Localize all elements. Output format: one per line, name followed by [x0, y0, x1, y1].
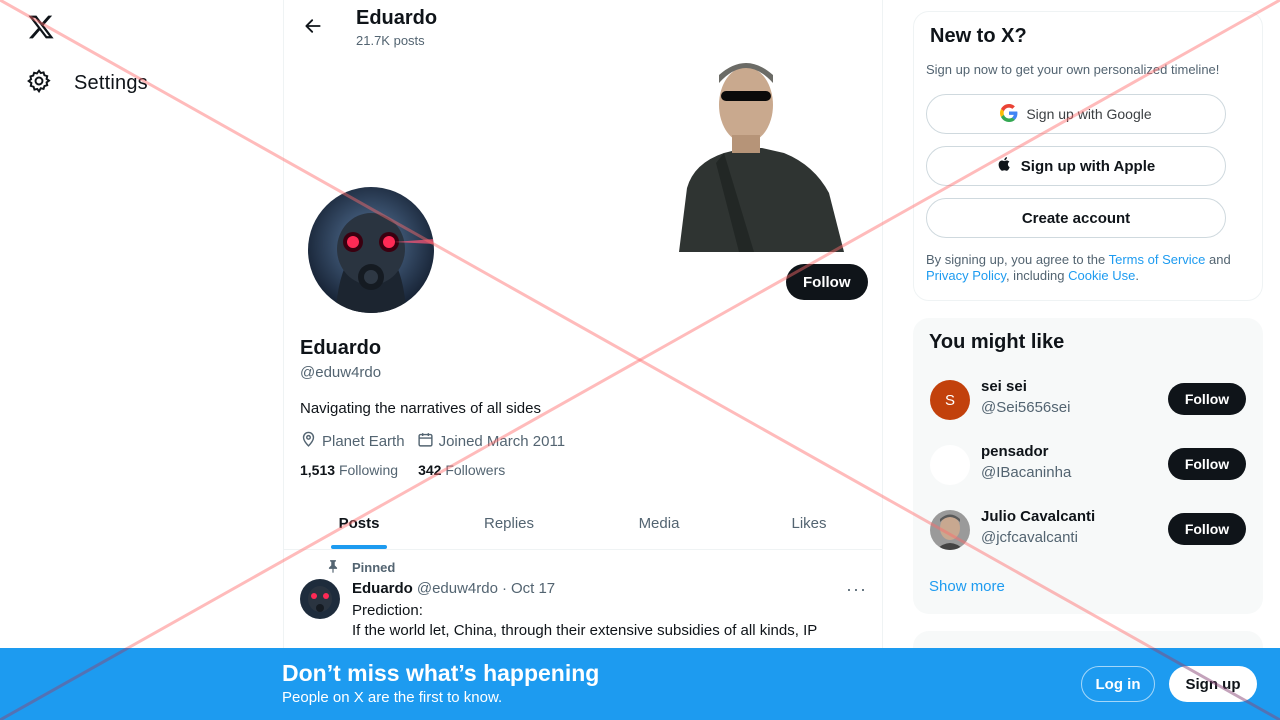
profile-stats: 1,513 Following 342 Followers [300, 462, 505, 478]
back-button[interactable] [296, 11, 330, 45]
profile-handle: @eduw4rdo [300, 364, 382, 381]
followers-count: 342 [418, 462, 442, 478]
nav-item-label: Settings [74, 72, 148, 94]
post-avatar[interactable] [300, 579, 340, 619]
following-label: Following [338, 462, 399, 478]
tab-label: Likes [791, 514, 827, 532]
create-account-button[interactable]: Create account [926, 198, 1226, 238]
follow-button[interactable]: Follow [1168, 448, 1246, 480]
terms-text: and [1205, 252, 1231, 267]
suggested-user-name[interactable]: sei sei [981, 378, 1027, 395]
following-link[interactable]: 1,513 Following [300, 462, 398, 478]
post-text: Prediction: If the world let, China, thr… [352, 601, 852, 641]
followers-link[interactable]: 342 Followers [418, 462, 505, 478]
suggested-user-name[interactable]: Julio Cavalcanti [981, 508, 1095, 525]
profile-joined: Joined March 2011 [417, 431, 565, 452]
right-sidebar: New to X? Sign up now to get your own pe… [913, 0, 1263, 720]
avatar[interactable] [930, 510, 970, 550]
joined-text: Joined March 2011 [438, 433, 566, 450]
tab-label: Media [638, 514, 680, 532]
post-separator: · [501, 580, 507, 597]
profile-header-bar: Eduardo 21.7K posts [284, 0, 882, 53]
profile-column: Eduardo 21.7K posts Follow Eduardo @eduw… [283, 0, 883, 720]
post-header: Eduardo @eduw4rdo · Oct 17 [352, 580, 555, 597]
left-nav: Settings [0, 0, 283, 720]
following-count: 1,513 [300, 462, 336, 478]
tab-label: Replies [483, 514, 535, 532]
tab-posts[interactable]: Posts [284, 497, 434, 549]
profile-name: Eduardo [300, 337, 382, 359]
bottom-signup-bar: Don’t miss what’s happening People on X … [0, 648, 1280, 720]
suggested-user[interactable]: S sei sei @Sei5656sei Follow [913, 378, 1263, 445]
active-tab-indicator [331, 545, 387, 549]
suggested-user-name[interactable]: pensador [981, 443, 1049, 460]
tab-likes[interactable]: Likes [734, 497, 882, 549]
location-pin-icon [300, 431, 317, 452]
header-name: Eduardo [356, 7, 438, 29]
cookie-use-link[interactable]: Cookie Use [1068, 268, 1135, 283]
post-line: Prediction: [352, 602, 423, 619]
apple-button-label: Sign up with Apple [1020, 157, 1156, 175]
signup-apple-button[interactable]: Sign up with Apple [926, 146, 1226, 186]
cross-overlay-bottom [0, 648, 1280, 720]
gear-icon [26, 68, 52, 99]
tab-label: Posts [338, 514, 380, 532]
terms-text: . [1135, 268, 1139, 283]
post-line: If the world let, China, through their e… [352, 622, 818, 639]
header-post-count: 21.7K posts [356, 33, 425, 48]
show-more-link[interactable]: Show more [929, 578, 1005, 595]
tab-media[interactable]: Media [584, 497, 734, 549]
pinned-label: Pinned [352, 560, 396, 575]
terms-of-service-link[interactable]: Terms of Service [1109, 252, 1206, 267]
profile-meta: Planet Earth Joined March 2011 [300, 431, 565, 452]
follow-button[interactable]: Follow [786, 264, 868, 300]
post-date[interactable]: Oct 17 [511, 580, 555, 597]
apple-icon [997, 155, 1013, 177]
suggestions-card: You might like S sei sei @Sei5656sei Fol… [913, 318, 1263, 614]
followers-label: Followers [445, 462, 506, 478]
terms-text: , including [1005, 268, 1069, 283]
suggested-user-handle: @IBacaninha [981, 464, 1072, 481]
signup-google-button[interactable]: Sign up with Google [926, 94, 1226, 134]
nav-item-settings[interactable]: Settings [26, 68, 148, 99]
privacy-policy-link[interactable]: Privacy Policy [926, 268, 1006, 283]
profile-avatar[interactable] [304, 183, 438, 317]
signup-subtitle: Sign up now to get your own personalized… [926, 62, 1220, 77]
tab-replies[interactable]: Replies [434, 497, 584, 549]
suggested-user-handle: @jcfcavalcanti [981, 529, 1078, 546]
suggested-user[interactable]: pensador @IBacaninha Follow [913, 443, 1263, 510]
post-handle[interactable]: @eduw4rdo [417, 580, 498, 597]
suggested-user-handle: @Sei5656sei [981, 399, 1071, 416]
signup-card: New to X? Sign up now to get your own pe… [913, 11, 1263, 301]
arrow-left-icon [303, 16, 323, 41]
profile-location: Planet Earth [300, 431, 405, 452]
x-logo-icon[interactable] [26, 13, 58, 45]
suggested-user[interactable]: Julio Cavalcanti @jcfcavalcanti Follow [913, 508, 1263, 575]
calendar-icon [417, 431, 434, 452]
pinned-indicator: Pinned [326, 559, 395, 576]
more-options-icon[interactable]: ··· [846, 579, 867, 600]
profile-tabs: Posts Replies Media Likes [284, 497, 882, 550]
pin-icon [326, 559, 340, 576]
post-author[interactable]: Eduardo [352, 580, 413, 597]
suggestions-title: You might like [929, 331, 1065, 353]
avatar[interactable]: S [930, 380, 970, 420]
signup-terms: By signing up, you agree to the Terms of… [926, 252, 1246, 284]
avatar[interactable] [930, 445, 970, 485]
follow-button[interactable]: Follow [1168, 513, 1246, 545]
terms-text: By signing up, you agree to the [926, 252, 1109, 267]
google-button-label: Sign up with Google [1026, 106, 1152, 122]
location-text: Planet Earth [322, 433, 405, 450]
signup-title: New to X? [930, 25, 1027, 47]
profile-bio: Navigating the narratives of all sides [300, 400, 541, 417]
google-icon [1000, 103, 1018, 125]
follow-button[interactable]: Follow [1168, 383, 1246, 415]
